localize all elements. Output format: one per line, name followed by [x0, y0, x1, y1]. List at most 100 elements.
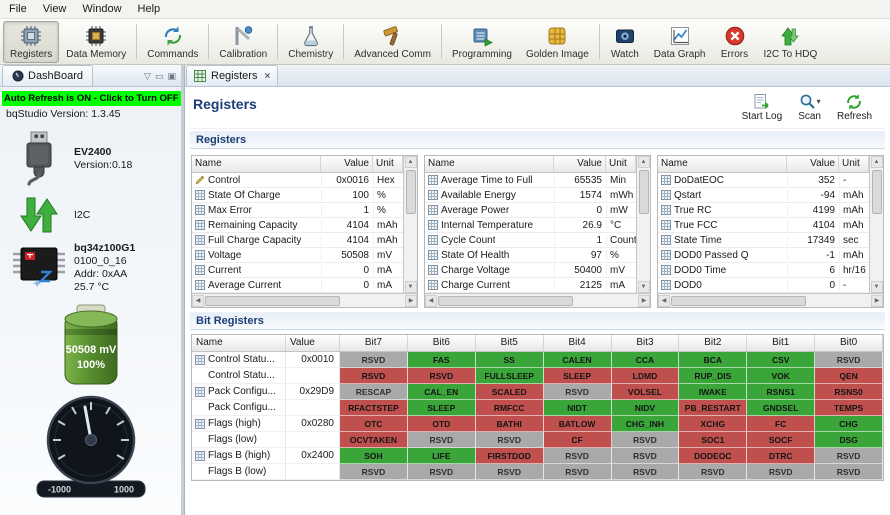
maximize-icon[interactable] — [167, 71, 176, 82]
bit-register-row[interactable]: Flags B (high) 0x2400 SOH LIFE FIRSTDOD RSVD R… — [192, 448, 883, 464]
toolbar-commands[interactable]: Commands — [140, 21, 205, 63]
scroll-right-icon[interactable] — [638, 294, 650, 307]
scroll-up-icon[interactable] — [637, 156, 650, 168]
table-row[interactable]: DOD0 Time 6 hr/16 — [658, 263, 869, 278]
column-header-unit[interactable]: Unit — [373, 156, 403, 172]
bit-register-row[interactable]: Flags (low) OCVTAKEN RSVD RSVD CF RSVD SOC1 SOC… — [192, 432, 883, 448]
toolbar-programming[interactable]: Programming — [445, 21, 519, 63]
action-start-log[interactable]: Start Log — [742, 92, 782, 122]
table-row[interactable]: DOD0 0- — [658, 278, 869, 293]
column-header-bit3[interactable]: Bit3 — [612, 335, 680, 351]
table-row[interactable]: Current 0 mA — [192, 263, 403, 278]
column-header-bit0[interactable]: Bit0 — [815, 335, 883, 351]
toolbar-data-graph[interactable]: Data Graph — [647, 21, 713, 63]
scroll-right-icon[interactable] — [871, 294, 883, 307]
bit-register-row[interactable]: Flags (high) 0x0280 OTC OTD BATHI BATLOW CHG_I… — [192, 416, 883, 432]
bit-register-row[interactable]: Pack Configu... 0x29D9 RESCAP CAL_EN SCALED R… — [192, 384, 883, 400]
tab-dashboard[interactable]: DashBoard — [2, 65, 94, 86]
column-header-name[interactable]: Name — [192, 335, 286, 351]
horizontal-scrollbar[interactable] — [425, 293, 650, 307]
column-header-unit[interactable]: Unit — [606, 156, 636, 172]
scroll-thumb[interactable] — [671, 295, 807, 306]
table-row[interactable]: DoDatEOC 352- — [658, 173, 869, 188]
toolbar-registers[interactable]: Registers — [3, 20, 60, 63]
column-header-value[interactable]: Value — [286, 335, 340, 351]
column-header-value[interactable]: Value — [321, 156, 373, 172]
vertical-scrollbar[interactable] — [869, 156, 883, 293]
toolbar-data-memory[interactable]: Data Memory — [59, 21, 133, 63]
column-header-unit[interactable]: Unit — [839, 156, 869, 172]
table-row[interactable]: Internal Temperature 26.9 °C — [425, 218, 636, 233]
column-header-name[interactable]: Name — [425, 156, 554, 172]
scroll-thumb[interactable] — [638, 170, 649, 214]
scroll-thumb[interactable] — [405, 170, 416, 214]
minimize-icon[interactable] — [155, 71, 164, 82]
horizontal-scrollbar[interactable] — [192, 293, 417, 307]
column-header-bit7[interactable]: Bit7 — [340, 335, 408, 351]
column-header-value[interactable]: Value — [554, 156, 606, 172]
table-row[interactable]: Charge Voltage 50400 mV — [425, 263, 636, 278]
table-row[interactable]: Voltage 50508 mV — [192, 248, 403, 263]
scroll-thumb[interactable] — [205, 295, 341, 306]
column-header-bit1[interactable]: Bit1 — [747, 335, 816, 351]
bit-register-row[interactable]: Control Statu... RSVD RSVD FULLSLEEP SLEEP LD… — [192, 368, 883, 384]
table-row[interactable]: Qstart -94 mAh — [658, 188, 869, 203]
toolbar-calibration[interactable]: Calibration — [212, 21, 274, 63]
tab-registers[interactable]: Registers — [186, 65, 279, 86]
menu-item-view[interactable]: View — [35, 1, 75, 17]
table-row[interactable]: Average Time to Full 65535 Min — [425, 173, 636, 188]
table-row[interactable]: Remaining Capacity 4104 mAh — [192, 218, 403, 233]
scroll-left-icon[interactable] — [425, 294, 437, 307]
table-row[interactable]: Full Charge Capacity 4104 mAh — [192, 233, 403, 248]
table-row[interactable]: Average Power 0 mW — [425, 203, 636, 218]
table-row[interactable]: State Of Health 97% — [425, 248, 636, 263]
menu-item-help[interactable]: Help — [130, 1, 169, 17]
action-refresh[interactable]: Refresh — [837, 92, 872, 122]
toolbar-golden-image[interactable]: Golden Image — [519, 21, 596, 63]
bit-register-row[interactable]: Flags B (low) RSVD RSVD RSVD RSVD RSVD RSVD RSV… — [192, 464, 883, 480]
scroll-thumb[interactable] — [871, 170, 882, 214]
scroll-down-icon[interactable] — [637, 281, 650, 293]
toolbar-advanced-comm[interactable]: Advanced Comm — [347, 21, 438, 63]
column-header-name[interactable]: Name — [192, 156, 321, 172]
scroll-up-icon[interactable] — [870, 156, 883, 168]
bit-register-row[interactable]: Pack Configu... RFACTSTEP SLEEP RMFCC NIDT NI… — [192, 400, 883, 416]
table-row[interactable]: Control 0x0016 Hex — [192, 173, 403, 188]
vertical-scrollbar[interactable] — [636, 156, 650, 293]
scroll-right-icon[interactable] — [405, 294, 417, 307]
auto-refresh-toggle[interactable]: Auto Refresh is ON - Click to Turn OFF — [2, 91, 181, 106]
table-row[interactable]: Cycle Count 1Counts — [425, 233, 636, 248]
column-header-bit6[interactable]: Bit6 — [408, 335, 476, 351]
column-header-value[interactable]: Value — [787, 156, 839, 172]
scroll-down-icon[interactable] — [870, 281, 883, 293]
toolbar-watch[interactable]: Watch — [603, 21, 647, 63]
scroll-up-icon[interactable] — [404, 156, 417, 168]
table-row[interactable]: Available Energy 1574 mWh — [425, 188, 636, 203]
table-row[interactable]: DOD0 Passed Q -1 mAh — [658, 248, 869, 263]
toolbar-i2c-to-hdq[interactable]: I2C To HDQ — [757, 21, 825, 63]
scroll-left-icon[interactable] — [658, 294, 670, 307]
table-row[interactable]: State Time 17349 sec — [658, 233, 869, 248]
column-header-bit5[interactable]: Bit5 — [476, 335, 544, 351]
close-tab-icon[interactable] — [264, 71, 270, 82]
vertical-scrollbar[interactable] — [403, 156, 417, 293]
scroll-left-icon[interactable] — [192, 294, 204, 307]
table-row[interactable]: Charge Current 2125 mA — [425, 278, 636, 293]
table-row[interactable]: State Of Charge 100% — [192, 188, 403, 203]
dropdown-caret-icon[interactable] — [817, 96, 821, 107]
action-scan[interactable]: Scan — [798, 92, 821, 122]
menu-item-file[interactable]: File — [1, 1, 35, 17]
view-menu-icon[interactable] — [144, 71, 151, 82]
toolbar-errors[interactable]: Errors — [713, 21, 757, 63]
bit-register-row[interactable]: Control Statu... 0x0010 RSVD FAS SS CALEN CCA B… — [192, 352, 883, 368]
column-header-bit2[interactable]: Bit2 — [679, 335, 748, 351]
table-row[interactable]: True RC 4199 mAh — [658, 203, 869, 218]
toolbar-chemistry[interactable]: Chemistry — [281, 21, 340, 63]
column-header-bit4[interactable]: Bit4 — [544, 335, 612, 351]
scroll-thumb[interactable] — [438, 295, 574, 306]
menu-item-window[interactable]: Window — [74, 1, 129, 17]
table-row[interactable]: Average Current 0 mA — [192, 278, 403, 293]
horizontal-scrollbar[interactable] — [658, 293, 883, 307]
column-header-name[interactable]: Name — [658, 156, 787, 172]
table-row[interactable]: True FCC 4104 mAh — [658, 218, 869, 233]
